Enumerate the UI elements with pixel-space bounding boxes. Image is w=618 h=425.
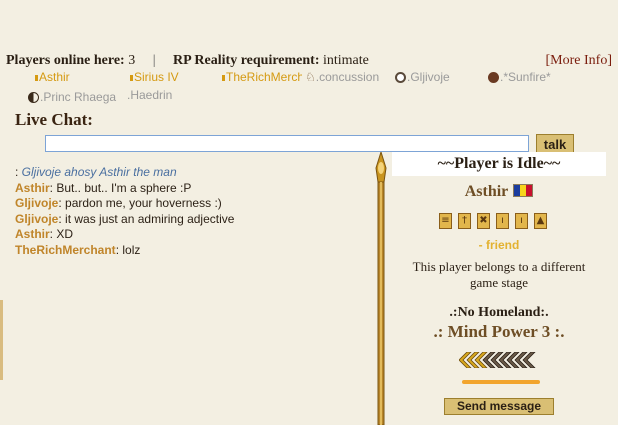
talk-button[interactable]: talk (536, 134, 574, 153)
chat-author[interactable]: Gljivoje (15, 212, 58, 226)
badge-icon: ı (496, 213, 509, 229)
online-user[interactable]: .Princ Rhaega (28, 90, 116, 104)
chat-message: Gljivoje: pardon me, your hoverness :) (15, 196, 234, 212)
chat-text: : XD (49, 227, 74, 241)
badge-icon: ≡ (439, 213, 452, 229)
player-name-row: Asthir (392, 183, 606, 201)
player-panel: ~~Player is Idle~~ Asthir ≡ † ✖ ı ı ▲ - frien… (392, 152, 606, 425)
online-user-name: TheRichMerch (226, 70, 302, 84)
underline-bar (462, 380, 540, 384)
online-user-name: .*Sunfire* (500, 70, 551, 84)
chat-log: : Gljivoje ahosy Asthir the man Asthir: … (15, 165, 234, 258)
relation-label: - friend (478, 238, 520, 252)
flag-icon (513, 184, 534, 197)
moon-icon (28, 92, 39, 104)
chat-author[interactable]: Asthir (15, 227, 50, 241)
online-user-name: Asthir (39, 70, 70, 84)
players-online-count: 3 (128, 53, 136, 68)
online-user-name: Sirius IV (134, 70, 179, 84)
chat-message: : Gljivoje ahosy Asthir the man (15, 165, 234, 181)
online-user[interactable]: ♘.concussion (305, 70, 379, 84)
badge-icon: † (458, 213, 471, 229)
more-info-link[interactable]: [More Info] (546, 53, 612, 69)
chat-prefix: : (15, 165, 22, 179)
chat-author[interactable]: Asthir (15, 181, 50, 195)
players-online-bar: Players online here: 3 | RP Reality requ… (6, 53, 369, 69)
game-stage-note: This player belongs to a different game … (392, 259, 606, 291)
online-user[interactable]: .Gljivoje (395, 70, 450, 84)
rank-icon (130, 74, 133, 81)
online-user[interactable]: .Haedrin (127, 88, 172, 102)
online-user[interactable]: .*Sunfire* (488, 70, 551, 84)
game-stage-note-line: This player belongs to a different (412, 259, 586, 274)
badge-icon: ▲ (534, 213, 547, 229)
homeland-label: .:No Homeland:. (449, 305, 549, 320)
chat-text: : lolz (115, 242, 141, 257)
chat-message: Asthir: But.. but.. I'm a sphere :P (15, 181, 234, 197)
online-user[interactable]: Asthir (35, 70, 70, 84)
rank-icon (35, 74, 38, 81)
rank-chevrons-icon (459, 352, 536, 368)
idle-status-title: ~~Player is Idle~~ (392, 152, 606, 176)
header-separator: | (152, 53, 156, 68)
rp-requirement-label: RP Reality requirement: (173, 53, 320, 68)
chat-text: : pardon me, your hoverness :) (58, 196, 222, 210)
chat-message: TheRichMerchant: lolz (15, 243, 234, 259)
live-chat-title: Live Chat: (15, 110, 93, 129)
online-user-name: .Haedrin (127, 88, 173, 102)
chat-input[interactable] (45, 135, 529, 152)
players-online-label: Players online here: (6, 53, 125, 68)
badge-icon: ✖ (477, 213, 490, 229)
chat-message: Asthir: XD (15, 227, 234, 243)
online-user-name: .Gljivoje (407, 70, 450, 84)
left-edge-decoration (0, 300, 3, 380)
avatar-icon (488, 72, 499, 84)
online-user-name: .Princ Rhaega (40, 90, 117, 104)
helmet-icon (395, 72, 406, 84)
rp-requirement-value: intimate (323, 53, 369, 68)
chat-emote: Gljivoje ahosy Asthir the man (21, 165, 177, 179)
badge-icon: ı (515, 213, 528, 229)
mind-power-label: .: Mind Power 3 :. (433, 322, 565, 341)
rank-icon (222, 74, 225, 81)
staff-divider-icon (375, 152, 387, 425)
online-user[interactable]: Sirius IV (130, 70, 179, 84)
chat-author[interactable]: TheRichMerchant (15, 243, 116, 257)
online-user-name: .concussion (315, 70, 380, 84)
chat-author[interactable]: Gljivoje (15, 196, 58, 210)
player-name[interactable]: Asthir (465, 183, 509, 200)
online-user[interactable]: TheRichMerch (222, 70, 302, 84)
chat-text: : But.. but.. I'm a sphere :P (49, 180, 192, 195)
badge-row: ≡ † ✖ ı ı ▲ (439, 210, 553, 229)
chat-message: Gljivoje: it was just an admiring adject… (15, 212, 234, 228)
game-stage-note-line: game stage (469, 275, 529, 290)
chat-text: : it was just an admiring adjective (58, 211, 235, 226)
send-message-button[interactable]: Send message (444, 398, 554, 415)
figure-icon: ♘ (305, 70, 316, 84)
